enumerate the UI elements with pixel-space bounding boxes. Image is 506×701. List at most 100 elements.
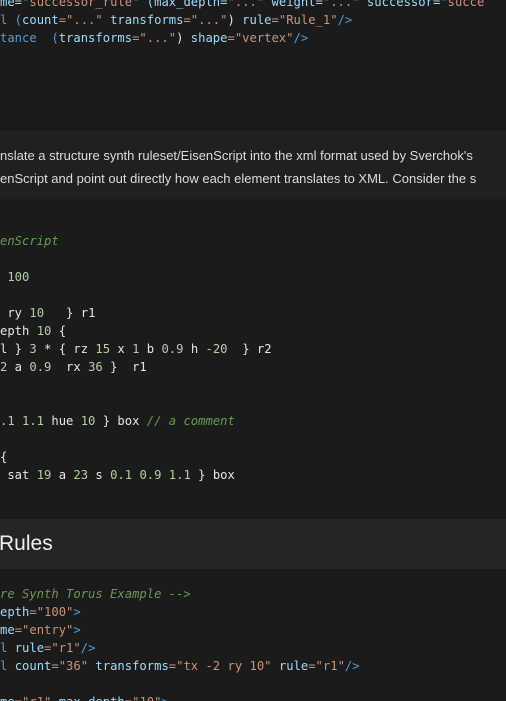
code-token: } box [95, 414, 147, 428]
code-token: 3 [29, 342, 37, 356]
eisenscript-code-line: .1 1.1 hue 10 } box // a comment [0, 412, 272, 430]
code-token: ="..." [132, 31, 177, 45]
code-token: l } [0, 342, 30, 356]
code-token: 10 [80, 414, 96, 428]
eisenscript-code-line: ry 10 } r1 [0, 304, 272, 322]
code-token: } r2 [227, 342, 272, 356]
eisenscript-code-lines: enScript 100 ry 10 } r1 epth 10 { l } 3 * … [0, 232, 272, 484]
page: me="successor_rule" (max_depth="..." wei… [0, 0, 506, 701]
code-token: count [22, 13, 59, 27]
code-token: { [0, 450, 8, 464]
top-code-lines: me="successor_rule" (max_depth="..." wei… [0, 0, 484, 47]
top-code-line: me="successor_rule" (max_depth="..." wei… [0, 0, 484, 11]
eisenscript-code-line: l } 3 * { rz 15 x 1 b 0.9 h -20 } r2 [0, 340, 272, 358]
code-token: b [139, 342, 162, 356]
code-token: rx [51, 360, 89, 374]
code-token: l ( [0, 13, 23, 27]
eisenscript-code-line [0, 250, 272, 268]
code-token: epth [0, 324, 37, 338]
code-token: successor_rule [29, 0, 133, 9]
code-token: ="36" [51, 659, 89, 673]
code-token: 23 [73, 468, 89, 482]
code-token: > [73, 605, 81, 619]
code-token: l [0, 659, 15, 673]
code-token: h [183, 342, 206, 356]
code-token: > [73, 623, 81, 637]
code-token: x [110, 342, 133, 356]
code-token: " (max_depth=" [132, 0, 235, 9]
code-token: epth [0, 605, 30, 619]
code-token: 0.9 [29, 360, 52, 374]
code-token: count [14, 659, 52, 673]
code-token: 10 [36, 324, 52, 338]
rules-heading-band: Rules [0, 519, 506, 569]
description-line-2: enScript and point out directly how each… [0, 171, 477, 186]
code-token: } r1 [44, 306, 96, 320]
code-token: a [51, 468, 74, 482]
code-token: } r1 [102, 360, 147, 374]
code-token: s [88, 468, 111, 482]
code-token: 0.9 [161, 342, 184, 356]
code-token: ="..." [183, 13, 228, 27]
code-token: enScript [0, 234, 59, 248]
code-token: 19 [36, 468, 52, 482]
code-token: transforms [95, 659, 169, 673]
top-code-line: tance (transforms="...") shape="vertex"/… [0, 29, 484, 47]
xml-code-line: me="r1" max_depth="10"> [0, 693, 360, 701]
eisenscript-code-line: enScript [0, 232, 272, 250]
eisenscript-code-line: 2 a 0.9 rx 36 } r1 [0, 358, 272, 376]
code-token: ="100" [29, 605, 74, 619]
code-token: { [51, 324, 67, 338]
code-token: ="entry" [14, 623, 74, 637]
code-token: 0.1 0.9 1.1 [110, 468, 191, 482]
code-token: /> [293, 31, 309, 45]
code-token: -20 [205, 342, 228, 356]
code-token: " weight=" [256, 0, 331, 9]
code-token: hue [44, 414, 81, 428]
eisenscript-code-line: sat 19 a 23 s 0.1 0.9 1.1 } box [0, 466, 272, 484]
xml-code-line: re Synth Torus Example --> [0, 585, 360, 603]
code-token: ... [330, 0, 353, 9]
code-token: transforms [58, 31, 133, 45]
code-token: ="vertex" [227, 31, 294, 45]
description-paragraph: nslate a structure synth ruleset/EisenSc… [0, 131, 506, 199]
code-token: ="..." [58, 13, 103, 27]
code-token: ="Rule_1" [271, 13, 338, 27]
code-token: l [0, 641, 15, 655]
code-token: ="r1" [308, 659, 345, 673]
top-code-line: l (count="..." transforms="...") rule="R… [0, 11, 484, 29]
code-token: 36 [88, 360, 103, 374]
code-token: ... [234, 0, 257, 9]
code-token: ="r1" [44, 641, 81, 655]
xml-code-line: l rule="r1"/> [0, 639, 360, 657]
code-token: ="tx -2 ry 10" [168, 659, 272, 673]
code-token: 100 [7, 270, 30, 284]
code-token: rule [278, 659, 309, 673]
code-token: rule [242, 13, 272, 27]
xml-code-line: epth="100"> [0, 603, 360, 621]
code-token: ) [227, 13, 243, 27]
xml-code-block: re Synth Torus Example --> epth="100"> me=… [0, 569, 506, 701]
code-token: ) [176, 31, 191, 45]
code-token: .1 1.1 [0, 414, 45, 428]
code-token: me [0, 695, 15, 701]
code-token: sat [0, 468, 37, 482]
rules-heading: Rules [0, 532, 53, 555]
code-token: transforms [110, 13, 184, 27]
code-token: re Synth Torus Example --> [0, 587, 191, 601]
code-token: rule [14, 641, 45, 655]
code-token: * { rz [36, 342, 96, 356]
code-token: /> [344, 659, 360, 673]
xml-code-lines: re Synth Torus Example --> epth="100"> me=… [0, 585, 360, 701]
code-token: tance ( [0, 31, 59, 45]
xml-code-line: l count="36" transforms="tx -2 ry 10" ru… [0, 657, 360, 675]
code-token: /> [337, 13, 353, 27]
code-token: ry [0, 306, 30, 320]
eisenscript-code-line [0, 286, 272, 304]
code-token: max_depth [59, 695, 125, 701]
code-token: > [161, 695, 168, 701]
code-token: shape [190, 31, 228, 45]
